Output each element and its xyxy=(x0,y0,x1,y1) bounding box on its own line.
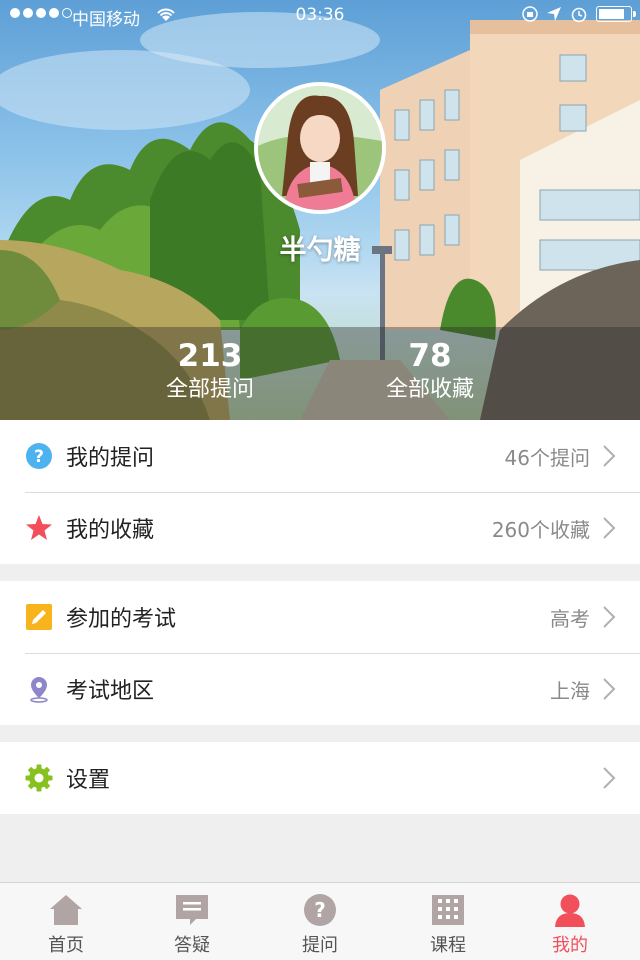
person-icon xyxy=(555,894,585,927)
star-icon xyxy=(26,515,52,540)
avatar[interactable] xyxy=(254,82,386,214)
menu-item-label: 我的提问 xyxy=(66,446,155,471)
message-icon xyxy=(176,895,208,925)
chevron-right-icon xyxy=(603,678,616,700)
tab-label: 我的 xyxy=(552,935,588,956)
menu-item-value: 高考 xyxy=(550,607,590,631)
stat-favorites-label: 全部收藏 xyxy=(385,377,474,402)
stats-bar: 213 全部提问 78 全部收藏 xyxy=(0,327,640,420)
chevron-right-icon xyxy=(603,606,616,628)
tab-courses[interactable]: 课程 xyxy=(384,883,512,960)
menu-item-label: 参加的考试 xyxy=(66,607,177,632)
menu-item-value: 上海 xyxy=(550,679,590,703)
stat-questions-count: 213 xyxy=(177,338,243,374)
menu-item-value: 260个收藏 xyxy=(491,518,590,542)
menu-item-region[interactable]: 考试地区 上海 xyxy=(0,653,640,725)
status-bar: 中国移动 03:36 xyxy=(0,0,640,32)
tab-ask[interactable]: ? 提问 xyxy=(256,883,384,960)
battery-icon xyxy=(596,6,636,22)
stat-questions[interactable]: 213 全部提问 xyxy=(110,337,310,405)
menu-item-settings[interactable]: 设置 xyxy=(0,742,640,814)
menu-item-label: 我的收藏 xyxy=(66,518,155,543)
menu-group-exam: 参加的考试 高考 考试地区 上海 xyxy=(0,581,640,725)
calendar-icon xyxy=(432,895,464,925)
stat-favorites-count: 78 xyxy=(408,338,452,374)
question-circle-icon: ? xyxy=(26,443,52,469)
profile-header: 中国移动 03:36 半勺糖 213 全部提问 78 全部收藏 xyxy=(0,0,640,420)
gear-icon xyxy=(25,764,53,792)
tab-mine[interactable]: 我的 xyxy=(506,883,634,960)
chevron-right-icon xyxy=(603,445,616,467)
menu-group-activity: ? 我的提问 46个提问 我的收藏 260个收藏 xyxy=(0,420,640,564)
location-arrow-icon xyxy=(547,7,561,21)
alarm-icon xyxy=(571,7,587,23)
stat-questions-label: 全部提问 xyxy=(165,377,254,402)
menu-item-my-favorites[interactable]: 我的收藏 260个收藏 xyxy=(0,492,640,564)
lock-rotation-icon xyxy=(522,6,538,22)
menu-item-my-questions[interactable]: ? 我的提问 46个提问 xyxy=(0,420,640,492)
home-icon xyxy=(50,895,82,925)
pencil-icon xyxy=(26,604,52,630)
tab-answers[interactable]: 答疑 xyxy=(128,883,256,960)
stat-favorites[interactable]: 78 全部收藏 xyxy=(330,337,530,405)
tab-label: 首页 xyxy=(48,935,84,956)
chevron-right-icon xyxy=(603,517,616,539)
tab-label: 课程 xyxy=(430,935,466,956)
tab-label: 答疑 xyxy=(174,935,210,956)
menu-group-settings: 设置 xyxy=(0,742,640,814)
menu-item-exam[interactable]: 参加的考试 高考 xyxy=(0,581,640,653)
chevron-right-icon xyxy=(603,767,616,789)
tab-bar: 首页 答疑 ? 提问 课程 我的 xyxy=(0,882,640,960)
location-pin-icon xyxy=(30,677,48,703)
question-icon: ? xyxy=(304,894,336,926)
menu-item-label: 考试地区 xyxy=(66,679,155,704)
menu-item-value: 46个提问 xyxy=(504,446,590,470)
menu-item-label: 设置 xyxy=(66,768,111,793)
tab-home[interactable]: 首页 xyxy=(2,883,130,960)
svg-text:?: ? xyxy=(34,447,44,467)
username: 半勺糖 xyxy=(279,235,361,266)
tab-label: 提问 xyxy=(302,935,338,956)
svg-text:?: ? xyxy=(314,898,326,922)
